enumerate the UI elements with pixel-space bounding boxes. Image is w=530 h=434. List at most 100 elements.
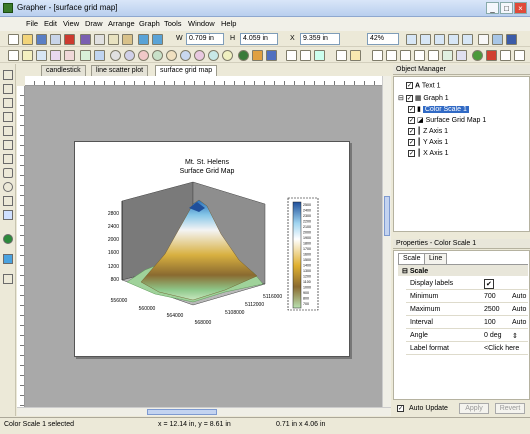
zoom-in-icon[interactable] <box>406 34 417 45</box>
menu-view[interactable]: View <box>63 19 79 28</box>
print-icon[interactable] <box>50 34 61 45</box>
minimum-value[interactable]: 700 <box>484 293 496 300</box>
horizontal-scroll-thumb[interactable] <box>147 409 217 415</box>
contour-map-icon[interactable] <box>238 50 249 61</box>
checkbox-icon[interactable]: ✓ <box>406 82 413 89</box>
maximum-auto[interactable]: Auto <box>512 306 526 313</box>
title-icon[interactable] <box>350 50 361 61</box>
bar-chart-icon[interactable] <box>36 50 47 61</box>
axis-icon[interactable] <box>300 50 311 61</box>
polar-bar-icon[interactable] <box>138 50 149 61</box>
align-top-icon[interactable] <box>414 50 425 61</box>
color-icon[interactable] <box>472 50 483 61</box>
zoom-rect-icon[interactable] <box>434 34 445 45</box>
text-icon[interactable] <box>3 84 13 94</box>
ellipse-icon[interactable] <box>3 182 13 192</box>
legend-icon[interactable] <box>286 50 297 61</box>
save-icon[interactable] <box>36 34 47 45</box>
wind-chart-icon[interactable] <box>152 50 163 61</box>
surface-map-icon[interactable] <box>252 50 263 61</box>
interval-value[interactable]: 100 <box>484 319 496 326</box>
prop-row-angle[interactable]: Angle 0 deg ⇕ <box>406 329 528 342</box>
play-icon[interactable] <box>3 254 13 264</box>
menu-arrange[interactable]: Arrange <box>108 19 135 28</box>
tree-item-text-1[interactable]: ✓ A Text 1 <box>406 82 441 89</box>
tree-item-z-axis-1[interactable]: ✓ ┃ Z Axis 1 <box>408 127 448 135</box>
fill-icon[interactable] <box>486 50 497 61</box>
rounded-rect-icon[interactable] <box>3 168 13 178</box>
histogram-icon[interactable] <box>194 50 205 61</box>
redraw-icon[interactable] <box>506 34 517 45</box>
tab-line-scatter-plot[interactable]: line scatter plot <box>91 65 149 76</box>
redo-icon[interactable] <box>152 34 163 45</box>
ternary-plot-icon[interactable] <box>64 50 75 61</box>
menu-tools[interactable]: Tools <box>164 19 182 28</box>
tree-item-x-axis-1[interactable]: ✓ ┃ X Axis 1 <box>408 149 448 157</box>
menu-file[interactable]: File <box>26 19 38 28</box>
minimum-auto[interactable]: Auto <box>512 293 526 300</box>
select-icon[interactable] <box>3 70 13 80</box>
maximum-value[interactable]: 2500 <box>484 306 500 313</box>
tab-surface-grid-map[interactable]: surface grid map <box>155 65 218 76</box>
prop-row-label-format[interactable]: Label format <Click here <box>406 342 528 355</box>
align-bottom-icon[interactable] <box>428 50 439 61</box>
zoom-page-icon[interactable] <box>462 34 473 45</box>
checkbox-icon[interactable]: ✓ <box>408 149 415 157</box>
copy-icon[interactable] <box>108 34 119 45</box>
rectangle-icon[interactable] <box>3 154 13 164</box>
tree-item-graph-1[interactable]: ⊟ ✓ ▦ Graph 1 <box>398 94 449 102</box>
tree-item-y-axis-1[interactable]: ✓ ┃ Y Axis 1 <box>408 138 448 146</box>
surface-plot-icon[interactable] <box>80 50 91 61</box>
menu-edit[interactable]: Edit <box>44 19 57 28</box>
surface-grid-map[interactable]: Mt. St. Helens Surface Grid Map 2800 240… <box>75 142 351 358</box>
properties-icon[interactable] <box>500 50 511 61</box>
width-field[interactable]: 0.709 in <box>186 33 224 45</box>
zoom-out-icon[interactable] <box>420 34 431 45</box>
prop-row-minimum[interactable]: Minimum 700 Auto <box>406 290 528 303</box>
snap-icon[interactable] <box>492 34 503 45</box>
new-icon[interactable] <box>8 34 19 45</box>
open-icon[interactable] <box>22 34 33 45</box>
tab-candlestick[interactable]: candlestick <box>41 65 86 76</box>
checkbox-icon[interactable]: ✓ <box>408 138 415 146</box>
reshape-icon[interactable] <box>3 274 13 284</box>
close-button[interactable]: × <box>514 2 527 14</box>
vertical-scroll-thumb[interactable] <box>384 196 390 236</box>
checkbox-icon[interactable]: ✓ <box>408 116 415 124</box>
polar-plot-icon[interactable] <box>50 50 61 61</box>
display-labels-checkbox[interactable]: ✔ <box>484 279 494 289</box>
point-icon[interactable] <box>3 234 13 244</box>
revert-button[interactable]: Revert <box>495 403 525 414</box>
vector-plot-icon[interactable] <box>180 50 191 61</box>
box-plot-icon[interactable] <box>208 50 219 61</box>
tree-item-color-scale-1[interactable]: ✓ ▮ Color Scale 1 <box>408 105 469 113</box>
menu-window[interactable]: Window <box>188 19 215 28</box>
angle-value[interactable]: 0 deg <box>484 332 502 339</box>
group-icon[interactable] <box>442 50 453 61</box>
height-field[interactable]: 4.059 in <box>240 33 278 45</box>
line-plot-icon[interactable] <box>8 50 19 61</box>
plot-canvas[interactable]: Mt. St. Helens Surface Grid Map 2800 240… <box>25 86 382 407</box>
tree-item-surface-grid-map-1[interactable]: ✓ ◪ Surface Grid Map 1 <box>408 116 486 124</box>
angle-spinner-icon[interactable]: ⇕ <box>512 332 518 340</box>
fit-curve-icon[interactable] <box>314 50 325 61</box>
bubble-plot-icon[interactable] <box>222 50 233 61</box>
pie-chart-icon[interactable] <box>110 50 121 61</box>
tab-scale[interactable]: Scale <box>398 253 426 264</box>
zoom-fit-icon[interactable] <box>448 34 459 45</box>
auto-update-checkbox[interactable]: ✓ <box>397 405 404 412</box>
maximize-button[interactable]: □ <box>500 2 513 14</box>
x-position-field[interactable]: 9.359 in <box>300 33 340 45</box>
symbol-icon[interactable] <box>3 210 13 220</box>
radar-plot-icon[interactable] <box>166 50 177 61</box>
prop-row-display-labels[interactable]: Display labels ✔ <box>406 277 528 290</box>
move-icon[interactable] <box>3 126 13 136</box>
rose-plot-icon[interactable] <box>124 50 135 61</box>
align-center-icon[interactable] <box>386 50 397 61</box>
line-icon[interactable] <box>3 140 13 150</box>
minimize-button[interactable]: _ <box>486 2 499 14</box>
spline-icon[interactable] <box>3 196 13 206</box>
prop-row-interval[interactable]: Interval 100 Auto <box>406 316 528 329</box>
import-icon[interactable] <box>80 34 91 45</box>
apply-button[interactable]: Apply <box>459 403 489 414</box>
